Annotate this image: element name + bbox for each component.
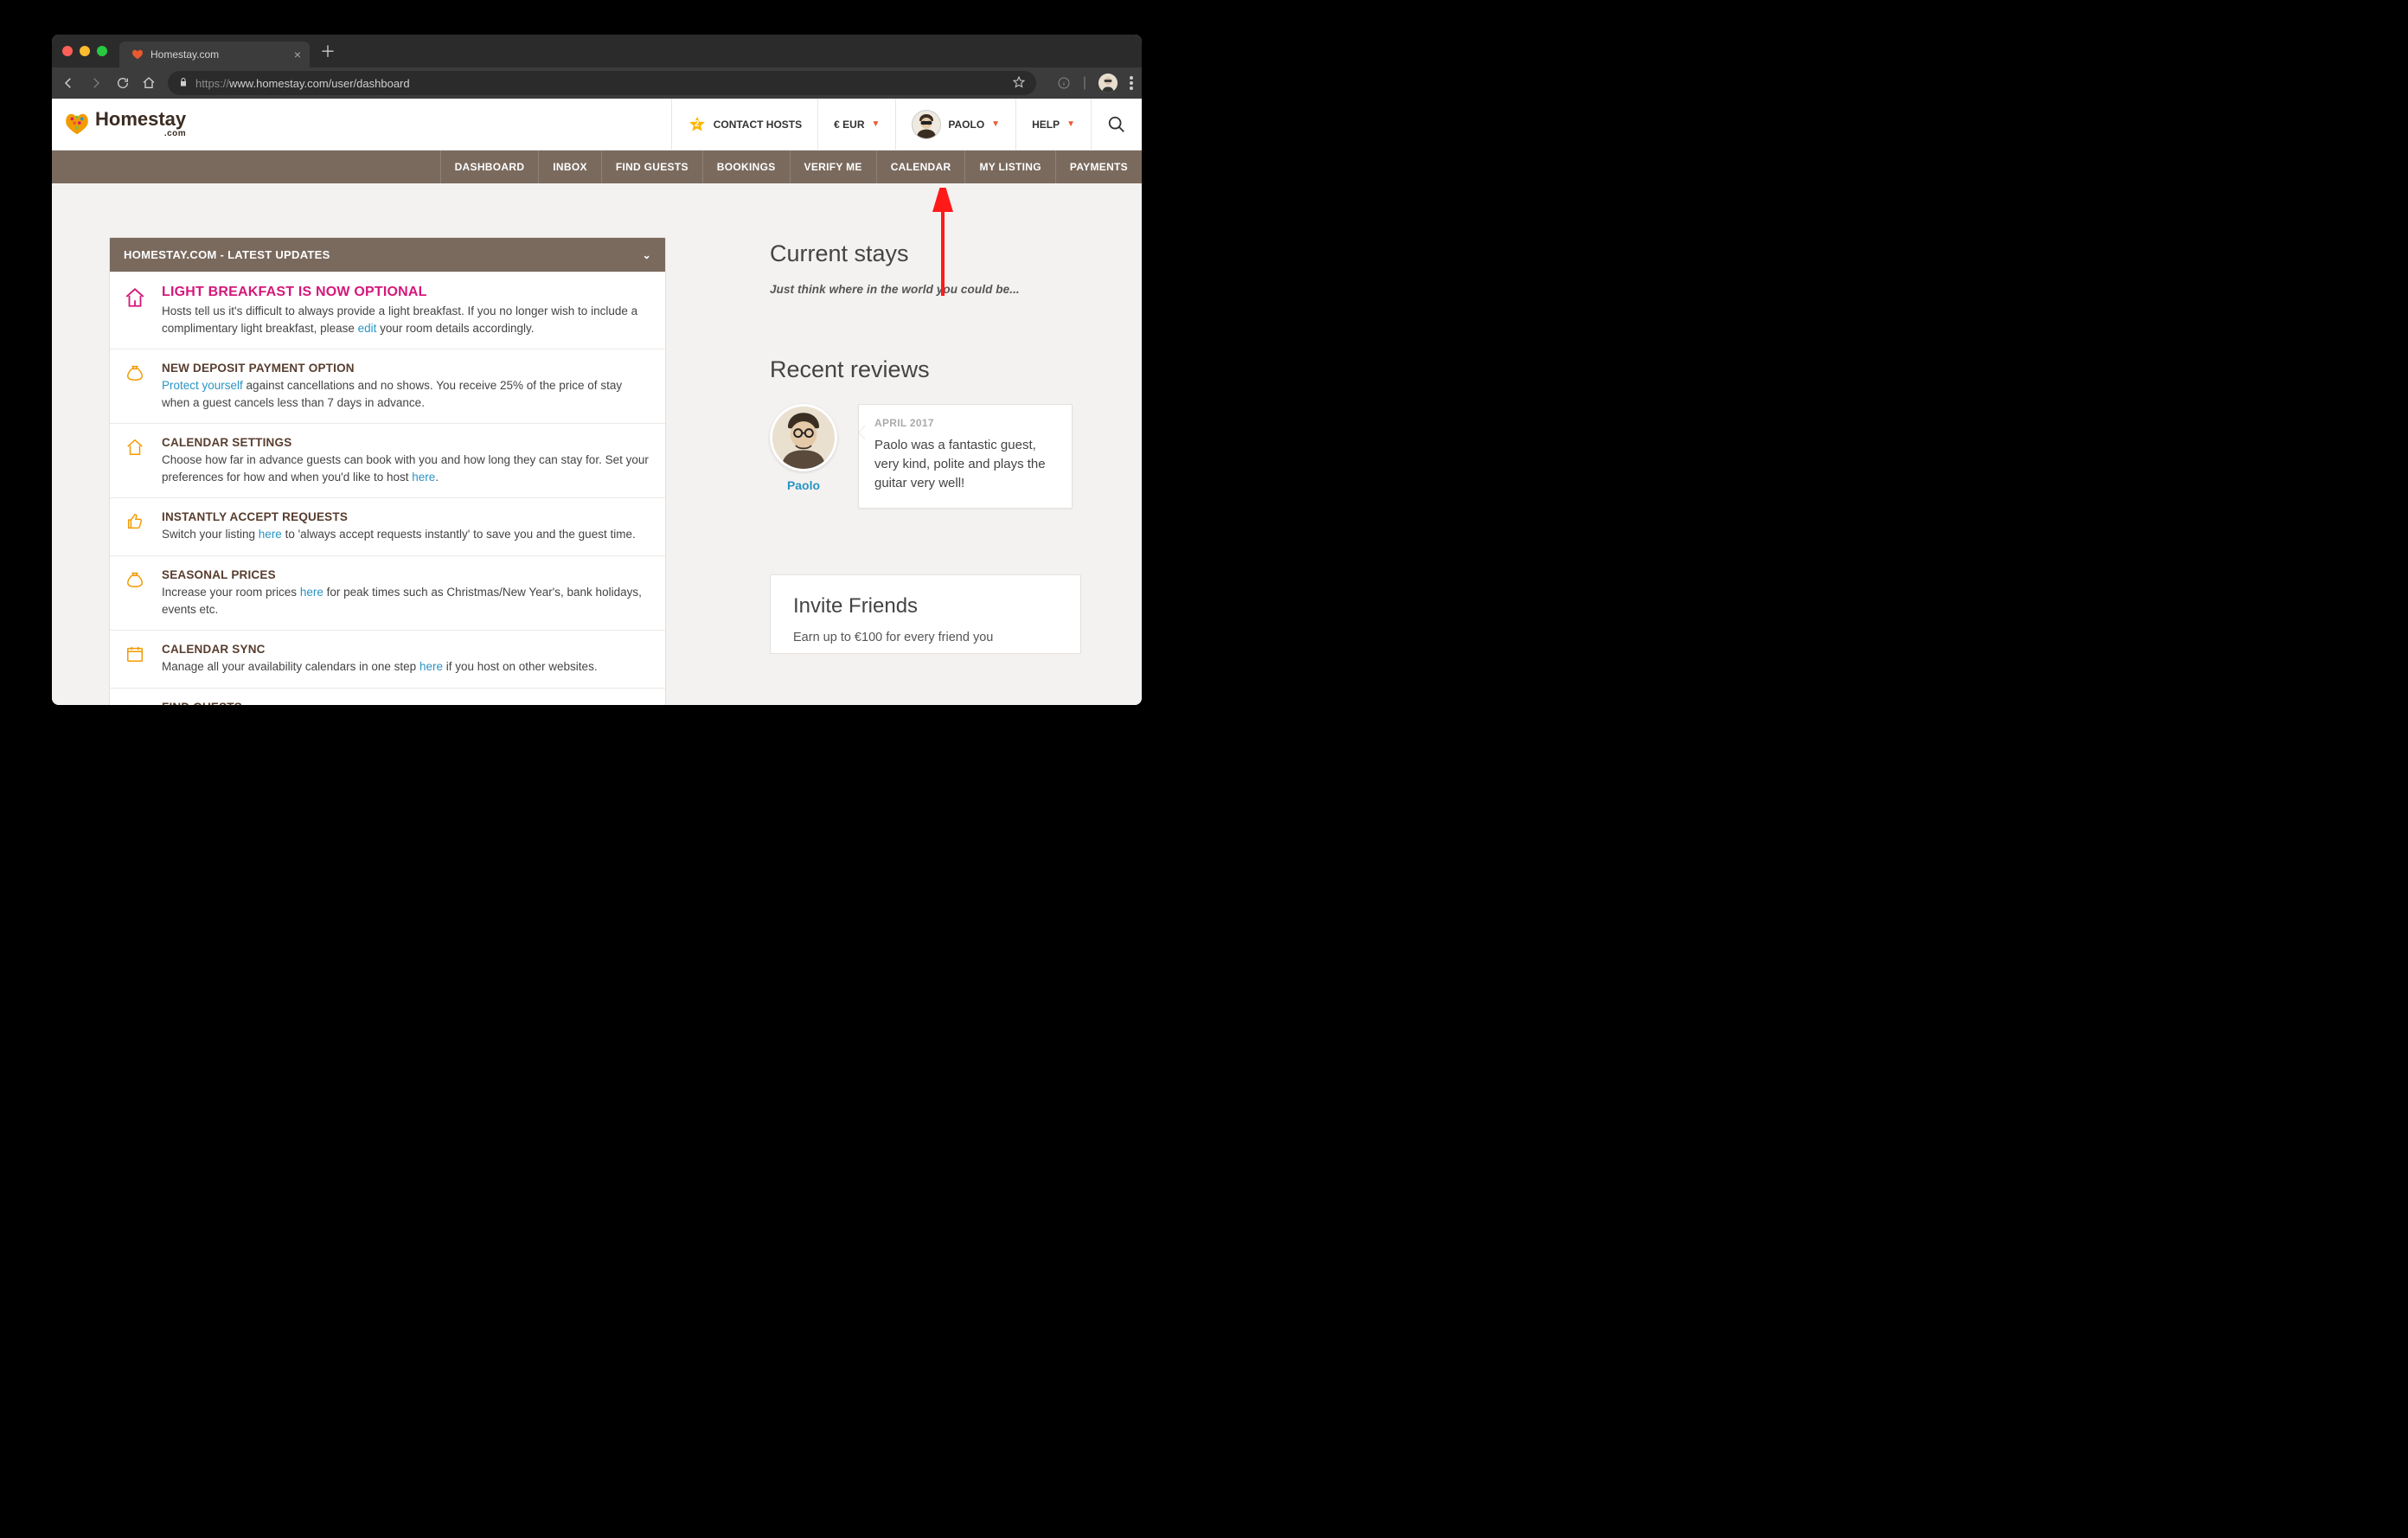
reviewer-avatar[interactable] [770,404,837,471]
new-tab-button[interactable]: ＋ [320,40,336,62]
update-text: Switch your listing here to 'always acce… [162,526,650,543]
here-link[interactable]: here [419,660,443,673]
review-date: APRIL 2017 [874,417,1056,429]
brand-text: Homestay.com [95,111,186,138]
edit-link[interactable]: edit [358,322,377,335]
money-bag-icon [122,568,148,618]
main-nav: DASHBOARD INBOX FIND GUESTS BOOKINGS VER… [52,151,1142,183]
house-icon [122,436,148,485]
updates-column: HOMESTAY.COM - LATEST UPDATES ⌄ LIGHT BR… [109,237,666,705]
thumbs-up-icon [122,510,148,543]
url-text: https://www.homestay.com/user/dashboard [195,77,410,90]
protect-link[interactable]: Protect yourself [162,379,243,392]
invite-friends-panel: Invite Friends Earn up to €100 for every… [770,574,1081,654]
update-title: SEASONAL PRICES [162,568,650,581]
nav-bookings[interactable]: BOOKINGS [702,151,790,183]
here-link[interactable]: here [300,586,323,599]
site-header: Homestay.com 2 CONTACT HOSTS € EUR▼ [52,99,1142,151]
browser-window: Homestay.com × ＋ https://www.homestay.co… [52,35,1142,705]
update-text: Manage all your availability calendars i… [162,658,650,676]
nav-my-listing[interactable]: MY LISTING [964,151,1054,183]
address-bar[interactable]: https://www.homestay.com/user/dashboard [168,71,1036,95]
update-text: Protect yourself against cancellations a… [162,377,650,411]
search-guest-icon [122,701,148,705]
browser-toolbar: https://www.homestay.com/user/dashboard … [52,67,1142,99]
search-icon [1107,115,1126,134]
review-item: Paolo APRIL 2017 Paolo was a fantastic g… [770,404,1081,509]
nav-inbox[interactable]: INBOX [538,151,601,183]
update-title: INSTANTLY ACCEPT REQUESTS [162,510,650,523]
here-link[interactable]: here [412,471,435,484]
money-bag-icon [122,362,148,411]
review-bubble: APRIL 2017 Paolo was a fantastic guest, … [858,404,1073,509]
window-controls [62,46,107,56]
update-deposit: NEW DEPOSIT PAYMENT OPTION Protect yours… [110,349,665,423]
nav-dashboard[interactable]: DASHBOARD [440,151,539,183]
recent-reviews-heading: Recent reviews [770,356,1081,383]
tab-title: Homestay.com [150,48,219,61]
search-button[interactable] [1091,99,1142,150]
sidebar-column: Current stays Just think where in the wo… [770,237,1081,705]
tagline-text: Just think where in the world you could … [770,283,1081,296]
currency-selector[interactable]: € EUR▼ [817,99,895,150]
info-icon[interactable] [1057,76,1071,90]
toolbar-right: | [1057,74,1133,93]
contact-hosts-button[interactable]: 2 CONTACT HOSTS [671,99,817,150]
user-menu[interactable]: PAOLO▼ [895,99,1015,150]
user-avatar [912,110,941,139]
chevron-down-icon: ⌄ [643,249,651,261]
update-find-guests: FIND GUESTS Opportunity to market your h… [110,688,665,705]
back-button[interactable] [61,75,76,91]
nav-calendar[interactable]: CALENDAR [876,151,965,183]
update-title: CALENDAR SYNC [162,643,650,656]
nav-payments[interactable]: PAYMENTS [1055,151,1142,183]
calendar-icon [122,643,148,676]
house-icon [122,285,148,336]
invite-title: Invite Friends [793,594,1058,618]
close-window-button[interactable] [62,46,73,56]
update-text: Choose how far in advance guests can boo… [162,452,650,485]
update-calendar-sync: CALENDAR SYNC Manage all your availabili… [110,630,665,688]
help-menu[interactable]: HELP▼ [1015,99,1091,150]
tab-close-button[interactable]: × [294,48,301,61]
current-stays-heading: Current stays [770,240,1081,267]
reviewer-name-link[interactable]: Paolo [787,478,820,492]
update-title: CALENDAR SETTINGS [162,436,650,449]
invite-subtitle: Earn up to €100 for every friend you [793,631,1058,644]
content-area: HOMESTAY.COM - LATEST UPDATES ⌄ LIGHT BR… [52,183,1142,705]
update-seasonal: SEASONAL PRICES Increase your room price… [110,555,665,630]
browser-profile-avatar[interactable] [1098,74,1118,93]
maximize-window-button[interactable] [97,46,107,56]
bookmark-star-icon[interactable] [1012,75,1026,92]
update-instant-accept: INSTANTLY ACCEPT REQUESTS Switch your li… [110,497,665,555]
divider: | [1083,75,1086,91]
forward-button[interactable] [88,75,104,91]
home-button[interactable] [142,76,156,90]
nav-verify-me[interactable]: VERIFY ME [790,151,876,183]
updates-panel: HOMESTAY.COM - LATEST UPDATES ⌄ LIGHT BR… [109,237,666,705]
minimize-window-button[interactable] [80,46,90,56]
update-title: NEW DEPOSIT PAYMENT OPTION [162,362,650,375]
browser-tab[interactable]: Homestay.com × [119,42,310,67]
nav-find-guests[interactable]: FIND GUESTS [601,151,702,183]
heart-logo-icon [64,111,90,137]
update-title: LIGHT BREAKFAST IS NOW OPTIONAL [162,285,650,300]
browser-tabstrip: Homestay.com × ＋ [52,35,1142,67]
updates-panel-header[interactable]: HOMESTAY.COM - LATEST UPDATES ⌄ [110,238,665,272]
here-link[interactable]: here [259,528,282,541]
update-light-breakfast: LIGHT BREAKFAST IS NOW OPTIONAL Hosts te… [110,272,665,349]
update-calendar-settings: CALENDAR SETTINGS Choose how far in adva… [110,423,665,497]
kebab-menu-icon[interactable] [1130,76,1133,90]
page: Homestay.com 2 CONTACT HOSTS € EUR▼ [52,99,1142,705]
lock-icon [178,77,189,90]
brand-logo[interactable]: Homestay.com [64,111,186,138]
update-title: FIND GUESTS [162,701,650,705]
update-text: Hosts tell us it's difficult to always p… [162,303,650,336]
favicon-icon [131,48,144,61]
reload-button[interactable] [116,76,130,90]
review-text: Paolo was a fantastic guest, very kind, … [874,436,1056,492]
star-badge-icon: 2 [688,115,707,134]
update-text: Increase your room prices here for peak … [162,584,650,618]
